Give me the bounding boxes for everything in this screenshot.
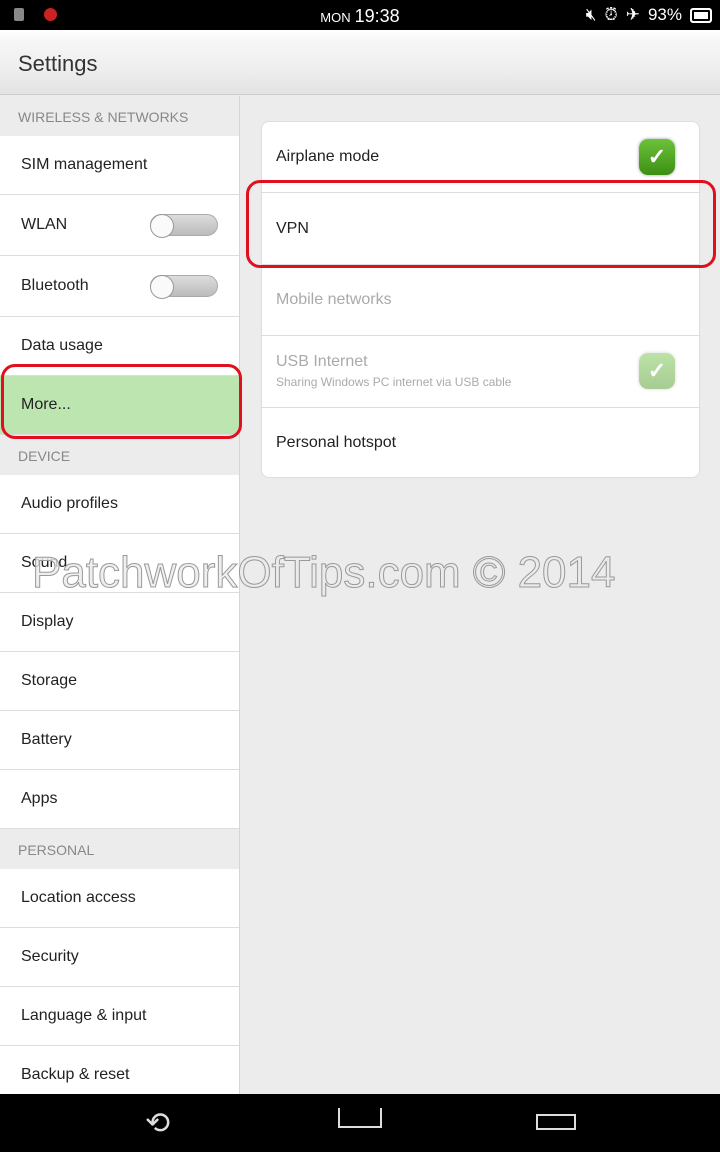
airplane-mode-checkbox[interactable]: ✓ <box>639 139 675 176</box>
item-label: WLAN <box>21 216 68 233</box>
personal-hotspot-row[interactable]: Personal hotspot <box>262 408 699 477</box>
item-label: Storage <box>21 672 78 689</box>
home-icon[interactable] <box>338 1108 382 1128</box>
battery-icon <box>690 7 712 23</box>
alarm-icon: ⏰︎ <box>604 5 618 24</box>
mobile-networks-row: Mobile networks <box>262 265 699 337</box>
sidebar-item-apps[interactable]: Apps <box>0 770 239 829</box>
page-title: Settings <box>18 51 98 76</box>
highlight-more <box>1 364 242 439</box>
item-label: Location access <box>21 889 136 906</box>
usb-internet-row: USB Internet Sharing Windows PC internet … <box>262 336 699 408</box>
navigation-bar: ⟲ <box>0 1094 720 1152</box>
row-summary: Sharing Windows PC internet via USB cabl… <box>276 375 512 390</box>
status-day: MON <box>320 10 351 25</box>
sidebar-item-bluetooth[interactable]: Bluetooth <box>0 256 239 317</box>
item-label: Apps <box>21 790 58 807</box>
sidebar-item-location-access[interactable]: Location access <box>0 869 239 928</box>
item-label: SIM management <box>21 156 148 173</box>
sidebar-item-storage[interactable]: Storage <box>0 652 239 711</box>
sidebar-item-battery[interactable]: Battery <box>0 711 239 770</box>
status-time: 19:38 <box>354 6 400 26</box>
sidebar-item-audio-profiles[interactable]: Audio profiles <box>0 475 239 534</box>
item-label: Backup & reset <box>21 1066 130 1083</box>
wlan-toggle[interactable] <box>150 214 218 238</box>
section-header: DEVICE <box>0 435 239 475</box>
item-label: Bluetooth <box>21 277 89 294</box>
sidebar-item-wlan[interactable]: WLAN <box>0 195 239 256</box>
sidebar-item-display[interactable]: Display <box>0 593 239 652</box>
item-label: Security <box>21 948 79 965</box>
row-label: USB Internet <box>276 353 368 371</box>
item-label: Data usage <box>21 337 103 354</box>
sidebar-item-language-input[interactable]: Language & input <box>0 987 239 1046</box>
status-bar: MON 19:38 🔇︎ ⏰︎ ✈︎ 93% <box>0 0 720 30</box>
battery-level: 93% <box>647 5 682 24</box>
sidebar-item-security[interactable]: Security <box>0 928 239 987</box>
bluetooth-toggle[interactable] <box>150 275 218 299</box>
usb-internet-checkbox: ✓ <box>639 353 675 390</box>
item-label: Language & input <box>21 1007 147 1024</box>
mute-icon: 🔇︎ <box>585 5 597 24</box>
row-label: Mobile networks <box>276 290 392 308</box>
sidebar-item-sim-management[interactable]: SIM management <box>0 136 239 195</box>
watermark: PatchworkOfTips.com © 2014 <box>31 548 616 598</box>
recent-apps-icon[interactable] <box>536 1114 576 1130</box>
section-header: WIRELESS & NETWORKS <box>0 96 239 136</box>
highlight-vpn <box>246 180 716 268</box>
section-header: PERSONAL <box>0 829 239 869</box>
row-label: Airplane mode <box>276 148 380 166</box>
more-settings-card: Airplane mode ✓ VPN Mobile networks USB I… <box>261 121 700 478</box>
back-icon[interactable]: ⟲ <box>145 1106 170 1141</box>
airplane-icon: ✈︎ <box>625 5 640 24</box>
item-label: Audio profiles <box>21 495 118 512</box>
item-label: Battery <box>21 731 72 748</box>
item-label: Display <box>21 613 74 630</box>
row-label: Personal hotspot <box>276 434 397 452</box>
action-bar: Settings <box>0 30 720 95</box>
